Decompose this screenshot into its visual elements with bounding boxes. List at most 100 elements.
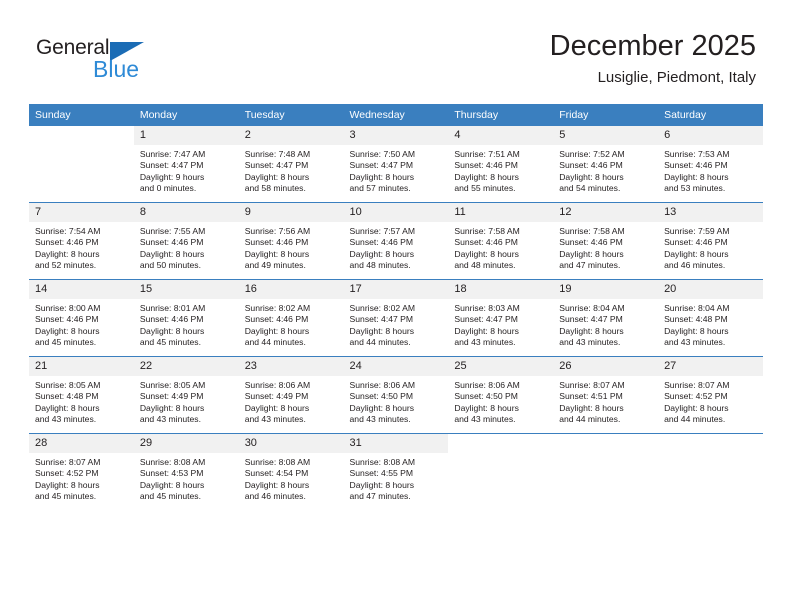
day-number: 20 (658, 280, 763, 299)
day-cell[interactable]: 23 Sunrise: 8:06 AM Sunset: 4:49 PM Dayl… (238, 356, 344, 434)
day-cell[interactable]: 3 Sunrise: 7:50 AM Sunset: 4:47 PM Dayli… (343, 126, 449, 203)
sunset-text: Sunset: 4:50 PM (349, 391, 414, 402)
sunrise-text: Sunrise: 8:06 AM (244, 380, 311, 390)
day-cell[interactable]: 11 Sunrise: 7:58 AM Sunset: 4:46 PM Dayl… (448, 202, 554, 280)
sunrise-text: Sunrise: 7:59 AM (664, 226, 730, 236)
daylight-text-line1: Daylight: 8 hours (454, 325, 519, 336)
calendar-page: General Blue December 2025 Lusiglie, Pie… (0, 0, 792, 612)
sunrise-text: Sunrise: 7:53 AM (664, 149, 730, 159)
daylight-text-line2: and 50 minutes. (139, 260, 201, 271)
daylight-text-line1: Daylight: 8 hours (454, 171, 519, 182)
daylight-text-line1: Daylight: 8 hours (244, 171, 310, 182)
sunset-text: Sunset: 4:52 PM (664, 391, 728, 402)
day-cell[interactable]: 12 Sunrise: 7:58 AM Sunset: 4:46 PM Dayl… (553, 202, 659, 280)
sunrise-text: Sunrise: 8:05 AM (139, 380, 206, 390)
daylight-text-line2: and 45 minutes. (139, 491, 201, 502)
day-cell[interactable]: 6 Sunrise: 7:53 AM Sunset: 4:46 PM Dayli… (658, 126, 763, 203)
day-cell[interactable]: 17 Sunrise: 8:02 AM Sunset: 4:47 PM Dayl… (343, 279, 449, 357)
day-cell[interactable]: 2 Sunrise: 7:48 AM Sunset: 4:47 PM Dayli… (238, 126, 344, 203)
sunrise-text: Sunrise: 8:08 AM (349, 457, 415, 467)
day-number: 4 (448, 126, 554, 145)
daylight-text-line1: Daylight: 8 hours (139, 402, 205, 413)
day-info: Sunrise: 8:02 AM Sunset: 4:47 PM Dayligh… (344, 299, 449, 349)
daylight-text-line1: Daylight: 8 hours (349, 171, 415, 182)
day-number (658, 434, 763, 453)
daylight-text-line1: Daylight: 8 hours (244, 479, 310, 490)
daylight-text-line1: Daylight: 8 hours (35, 248, 100, 259)
day-cell[interactable]: 15 Sunrise: 8:01 AM Sunset: 4:46 PM Dayl… (133, 279, 239, 357)
day-cell[interactable]: 16 Sunrise: 8:02 AM Sunset: 4:46 PM Dayl… (238, 279, 344, 357)
day-cell[interactable]: 8 Sunrise: 7:55 AM Sunset: 4:46 PM Dayli… (133, 202, 239, 280)
day-cell[interactable]: 25 Sunrise: 8:06 AM Sunset: 4:50 PM Dayl… (448, 356, 554, 434)
day-number: 1 (133, 126, 239, 145)
logo-text-blue: Blue (93, 56, 140, 82)
daylight-text-line2: and 55 minutes. (454, 183, 516, 194)
day-cell[interactable]: 13 Sunrise: 7:59 AM Sunset: 4:46 PM Dayl… (658, 202, 763, 280)
sunset-text: Sunset: 4:46 PM (349, 237, 414, 248)
day-cell[interactable]: 27 Sunrise: 8:07 AM Sunset: 4:52 PM Dayl… (658, 356, 763, 434)
sunset-text: Sunset: 4:52 PM (35, 468, 99, 479)
brand-logo[interactable]: General Blue (36, 36, 166, 84)
day-cell[interactable]: 22 Sunrise: 8:05 AM Sunset: 4:49 PM Dayl… (133, 356, 239, 434)
daylight-text-line2: and 45 minutes. (35, 491, 97, 502)
day-cell[interactable]: 1 Sunrise: 7:47 AM Sunset: 4:47 PM Dayli… (133, 126, 239, 203)
day-info: Sunrise: 7:58 AM Sunset: 4:46 PM Dayligh… (448, 222, 553, 272)
day-info: Sunrise: 8:00 AM Sunset: 4:46 PM Dayligh… (29, 299, 134, 349)
sunrise-text: Sunrise: 7:58 AM (454, 226, 520, 236)
daylight-text-line2: and 57 minutes. (349, 183, 411, 194)
day-info: Sunrise: 7:50 AM Sunset: 4:47 PM Dayligh… (344, 145, 449, 195)
day-cell[interactable]: 30 Sunrise: 8:08 AM Sunset: 4:54 PM Dayl… (238, 433, 344, 510)
day-number: 15 (133, 280, 239, 299)
day-info: Sunrise: 8:01 AM Sunset: 4:46 PM Dayligh… (134, 299, 239, 349)
day-info: Sunrise: 8:06 AM Sunset: 4:50 PM Dayligh… (448, 376, 553, 426)
sunrise-text: Sunrise: 7:50 AM (349, 149, 415, 159)
day-cell[interactable]: 19 Sunrise: 8:04 AM Sunset: 4:47 PM Dayl… (553, 279, 659, 357)
day-number: 14 (29, 280, 134, 299)
sunset-text: Sunset: 4:49 PM (244, 391, 309, 402)
daylight-text-line2: and 43 minutes. (454, 337, 516, 348)
day-number: 28 (29, 434, 134, 453)
day-cell[interactable]: 31 Sunrise: 8:08 AM Sunset: 4:55 PM Dayl… (343, 433, 449, 510)
day-info: Sunrise: 7:51 AM Sunset: 4:46 PM Dayligh… (448, 145, 553, 195)
day-number: 18 (448, 280, 554, 299)
sunrise-text: Sunrise: 8:06 AM (454, 380, 520, 390)
day-info: Sunrise: 7:52 AM Sunset: 4:46 PM Dayligh… (553, 145, 658, 195)
calendar-week-row: 7 Sunrise: 7:54 AM Sunset: 4:46 PM Dayli… (29, 202, 763, 280)
day-cell[interactable]: 5 Sunrise: 7:52 AM Sunset: 4:46 PM Dayli… (553, 126, 659, 203)
day-cell[interactable]: 14 Sunrise: 8:00 AM Sunset: 4:46 PM Dayl… (29, 279, 134, 357)
day-info: Sunrise: 7:58 AM Sunset: 4:46 PM Dayligh… (553, 222, 658, 272)
day-cell[interactable]: 9 Sunrise: 7:56 AM Sunset: 4:46 PM Dayli… (238, 202, 344, 280)
day-info: Sunrise: 7:56 AM Sunset: 4:46 PM Dayligh… (239, 222, 344, 272)
sunrise-text: Sunrise: 7:48 AM (244, 149, 311, 159)
sunset-text: Sunset: 4:46 PM (559, 237, 623, 248)
day-info: Sunrise: 8:08 AM Sunset: 4:55 PM Dayligh… (344, 453, 449, 503)
sunset-text: Sunset: 4:53 PM (139, 468, 204, 479)
daylight-text-line2: and 45 minutes. (139, 337, 201, 348)
daylight-text-line2: and 46 minutes. (244, 491, 306, 502)
day-cell[interactable]: 21 Sunrise: 8:05 AM Sunset: 4:48 PM Dayl… (29, 356, 134, 434)
day-cell[interactable]: 4 Sunrise: 7:51 AM Sunset: 4:46 PM Dayli… (448, 126, 554, 203)
sunrise-text: Sunrise: 8:08 AM (244, 457, 311, 467)
day-cell[interactable]: 10 Sunrise: 7:57 AM Sunset: 4:46 PM Dayl… (343, 202, 449, 280)
day-cell[interactable]: 28 Sunrise: 8:07 AM Sunset: 4:52 PM Dayl… (29, 433, 134, 510)
day-cell[interactable]: 29 Sunrise: 8:08 AM Sunset: 4:53 PM Dayl… (133, 433, 239, 510)
day-cell[interactable]: 26 Sunrise: 8:07 AM Sunset: 4:51 PM Dayl… (553, 356, 659, 434)
daylight-text-line1: Daylight: 8 hours (35, 402, 100, 413)
daylight-text-line1: Daylight: 8 hours (559, 402, 624, 413)
daylight-text-line1: Daylight: 8 hours (454, 248, 519, 259)
day-cell[interactable]: 7 Sunrise: 7:54 AM Sunset: 4:46 PM Dayli… (29, 202, 134, 280)
day-number: 6 (658, 126, 763, 145)
day-cell[interactable]: 20 Sunrise: 8:04 AM Sunset: 4:48 PM Dayl… (658, 279, 763, 357)
page-title: December 2025 (549, 30, 756, 62)
column-header-sunday: Sunday (29, 104, 134, 126)
daylight-text-line1: Daylight: 8 hours (349, 402, 415, 413)
day-cell-empty (553, 433, 659, 510)
day-cell[interactable]: 18 Sunrise: 8:03 AM Sunset: 4:47 PM Dayl… (448, 279, 554, 357)
day-cell-empty (448, 433, 554, 510)
sunset-text: Sunset: 4:47 PM (349, 314, 414, 325)
day-info: Sunrise: 8:05 AM Sunset: 4:49 PM Dayligh… (134, 376, 239, 426)
daylight-text-line2: and 47 minutes. (349, 491, 411, 502)
daylight-text-line2: and 49 minutes. (244, 260, 306, 271)
day-cell[interactable]: 24 Sunrise: 8:06 AM Sunset: 4:50 PM Dayl… (343, 356, 449, 434)
daylight-text-line2: and 48 minutes. (454, 260, 516, 271)
